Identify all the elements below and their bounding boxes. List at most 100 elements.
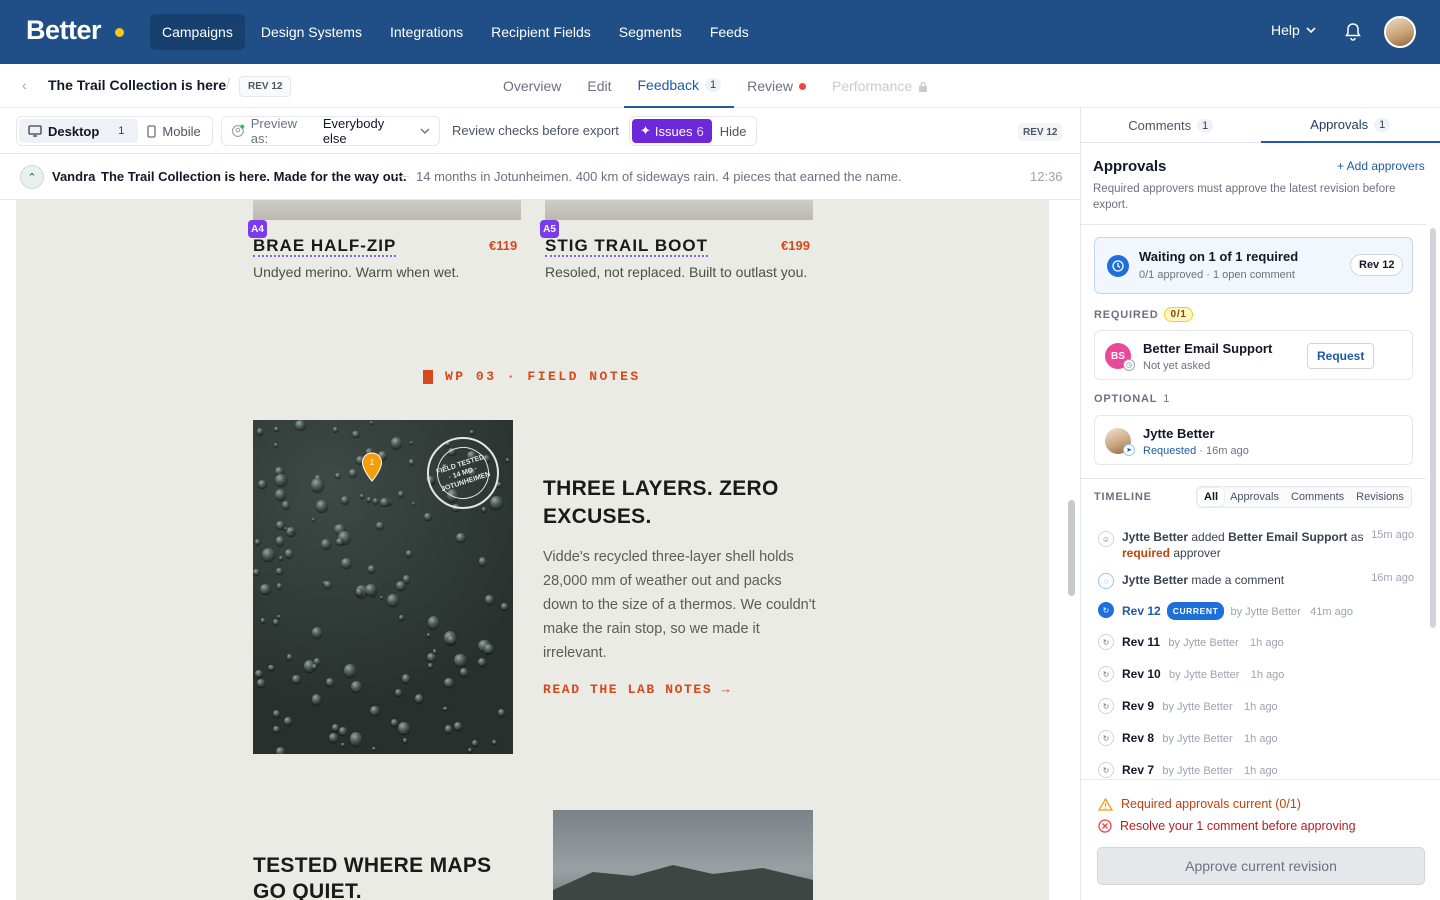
water-droplet: [366, 496, 372, 503]
water-droplet: [257, 679, 265, 687]
nav-integrations[interactable]: Integrations: [378, 14, 475, 50]
tab-label: Overview: [503, 78, 562, 94]
nav-recipient-fields[interactable]: Recipient Fields: [479, 14, 603, 50]
timeline-revision[interactable]: ↻ Rev 9 by Jytte Better 1h ago: [1094, 698, 1414, 716]
event-end: approver: [1170, 546, 1221, 560]
water-droplet: [268, 664, 275, 671]
water-droplet: [341, 742, 345, 746]
filter-approvals[interactable]: Approvals: [1224, 488, 1285, 506]
status-separator: ·: [1199, 445, 1207, 457]
timeline-revision[interactable]: ↻ Rev 11 by Jytte Better 1h ago: [1094, 634, 1414, 652]
required-count: 0/1: [1164, 307, 1193, 322]
canvas-scrollbar[interactable]: [1068, 500, 1075, 596]
product-price: €199: [781, 238, 810, 253]
approver-time: 16m ago: [1206, 445, 1249, 457]
warning-comments: Resolve your 1 comment before approving: [1098, 819, 1356, 833]
section-body[interactable]: Vidde's recycled three-layer shell holds…: [543, 545, 819, 665]
timeline-revision[interactable]: ↻ Rev 10 by Jytte Better 1h ago: [1094, 666, 1414, 684]
panel-scrollbar[interactable]: [1430, 228, 1436, 628]
revision-author: by Jytte Better: [1230, 606, 1301, 618]
water-droplet: [369, 421, 373, 425]
water-droplet: [339, 726, 347, 736]
lab-notes-link[interactable]: READ THE LAB NOTES →: [543, 682, 731, 697]
water-droplet: [282, 500, 291, 509]
bell-icon[interactable]: [1344, 22, 1362, 42]
tab-approvals[interactable]: Approvals 1: [1260, 108, 1440, 143]
section-headline[interactable]: THREE LAYERS. ZERO EXCUSES.: [543, 475, 813, 531]
nav-campaigns[interactable]: Campaigns: [150, 14, 245, 50]
product-name[interactable]: BRAE HALF-ZIP: [253, 237, 397, 257]
comments-count: 1: [1197, 118, 1214, 133]
tab-label: Edit: [587, 78, 612, 94]
revision-link[interactable]: Rev 7: [1122, 763, 1154, 777]
hide-issues-button[interactable]: Hide: [712, 124, 755, 139]
water-droplet: [261, 548, 275, 561]
nav-segments[interactable]: Segments: [607, 14, 694, 50]
water-droplet: [501, 603, 509, 610]
nav-feeds[interactable]: Feeds: [698, 14, 761, 50]
tab-feedback[interactable]: Feedback 1: [624, 64, 735, 108]
timeline-revision[interactable]: ↻ Rev 8 by Jytte Better 1h ago: [1094, 730, 1414, 748]
water-droplet: [409, 440, 414, 444]
event-text: Jytte Better added Better Email Support …: [1122, 529, 1364, 561]
review-checks-text: Review checks before export: [452, 123, 619, 138]
water-droplet: [456, 532, 466, 542]
water-droplet: [349, 469, 358, 477]
water-droplet: [490, 495, 503, 510]
revision-link[interactable]: Rev 8: [1122, 731, 1154, 745]
request-button[interactable]: Request: [1307, 343, 1375, 369]
filter-revisions[interactable]: Revisions: [1350, 488, 1410, 506]
help-menu[interactable]: Help: [1271, 22, 1316, 38]
revision-time: 1h ago: [1250, 669, 1285, 681]
filter-all[interactable]: All: [1198, 488, 1225, 506]
tab-review[interactable]: Review: [734, 64, 819, 108]
water-droplet: [408, 459, 415, 465]
rain-drops-image: FIELD TESTED · 14 MO · JOTUNHEIMEN 1: [253, 420, 513, 754]
tab-comments[interactable]: Comments 1: [1081, 108, 1261, 143]
desktop-button[interactable]: Desktop 1: [19, 119, 139, 143]
revision-time: 1h ago: [1244, 765, 1278, 777]
water-droplet: [272, 618, 280, 626]
filter-comments[interactable]: Comments: [1285, 488, 1350, 506]
water-droplet: [454, 653, 467, 667]
water-droplet: [390, 719, 399, 727]
water-droplet: [401, 674, 410, 684]
revision-link[interactable]: Rev 10: [1122, 667, 1161, 681]
warning-approvals: Required approvals current (0/1): [1098, 797, 1301, 811]
water-droplet: [255, 669, 263, 678]
approve-button[interactable]: Approve current revision: [1097, 847, 1425, 885]
add-approvers-button[interactable]: + Add approvers: [1337, 159, 1425, 173]
email-preview-canvas[interactable]: A4 BRAE HALF-ZIP €119 Undyed merino. War…: [16, 200, 1049, 900]
water-droplet: [352, 430, 360, 437]
tab-overview[interactable]: Overview: [490, 64, 574, 108]
comment-pin-icon[interactable]: 1: [361, 452, 383, 482]
nav-design-systems[interactable]: Design Systems: [249, 14, 374, 50]
event-target: Better Email Support: [1228, 530, 1348, 544]
approver-status: Requested: [1143, 445, 1197, 457]
revision-link[interactable]: Rev 11: [1122, 635, 1160, 649]
tab-performance[interactable]: Performance: [819, 64, 941, 108]
timeline-revision-current[interactable]: ↻ Rev 12 CURRENT by Jytte Better 41m ago: [1094, 602, 1414, 620]
section-headline-2[interactable]: TESTED WHERE MAPS GO QUIET.: [253, 853, 523, 900]
section-marker: [423, 369, 433, 384]
issues-button[interactable]: ✦ Issues 6: [632, 119, 712, 143]
water-droplet: [467, 748, 473, 753]
back-chevron-icon[interactable]: ‹: [22, 77, 27, 93]
timeline-revision[interactable]: ↻ Rev 7 by Jytte Better 1h ago: [1094, 762, 1414, 778]
campaign-title[interactable]: The Trail Collection is here: [48, 77, 226, 93]
preview-as-select[interactable]: Preview as: Everybody else: [221, 116, 440, 146]
water-droplet: [325, 677, 335, 687]
revision-link[interactable]: Rev 12: [1122, 604, 1161, 618]
revision-link[interactable]: Rev 9: [1122, 699, 1154, 713]
user-avatar[interactable]: [1384, 16, 1416, 48]
waiting-subtitle: 0/1 approved · 1 open comment: [1139, 269, 1295, 281]
event-role: required: [1122, 546, 1171, 560]
tab-label: Approvals: [1310, 117, 1369, 132]
timeline-event: ☺ Jytte Better added Better Email Suppor…: [1094, 529, 1414, 563]
mobile-button[interactable]: Mobile: [138, 119, 209, 143]
feedback-count: 1: [704, 78, 722, 92]
event-actor: Jytte Better: [1122, 573, 1189, 587]
brand-logo[interactable]: Better: [26, 15, 102, 46]
tab-edit[interactable]: Edit: [574, 64, 624, 108]
product-name[interactable]: STIG TRAIL BOOT: [545, 237, 708, 257]
